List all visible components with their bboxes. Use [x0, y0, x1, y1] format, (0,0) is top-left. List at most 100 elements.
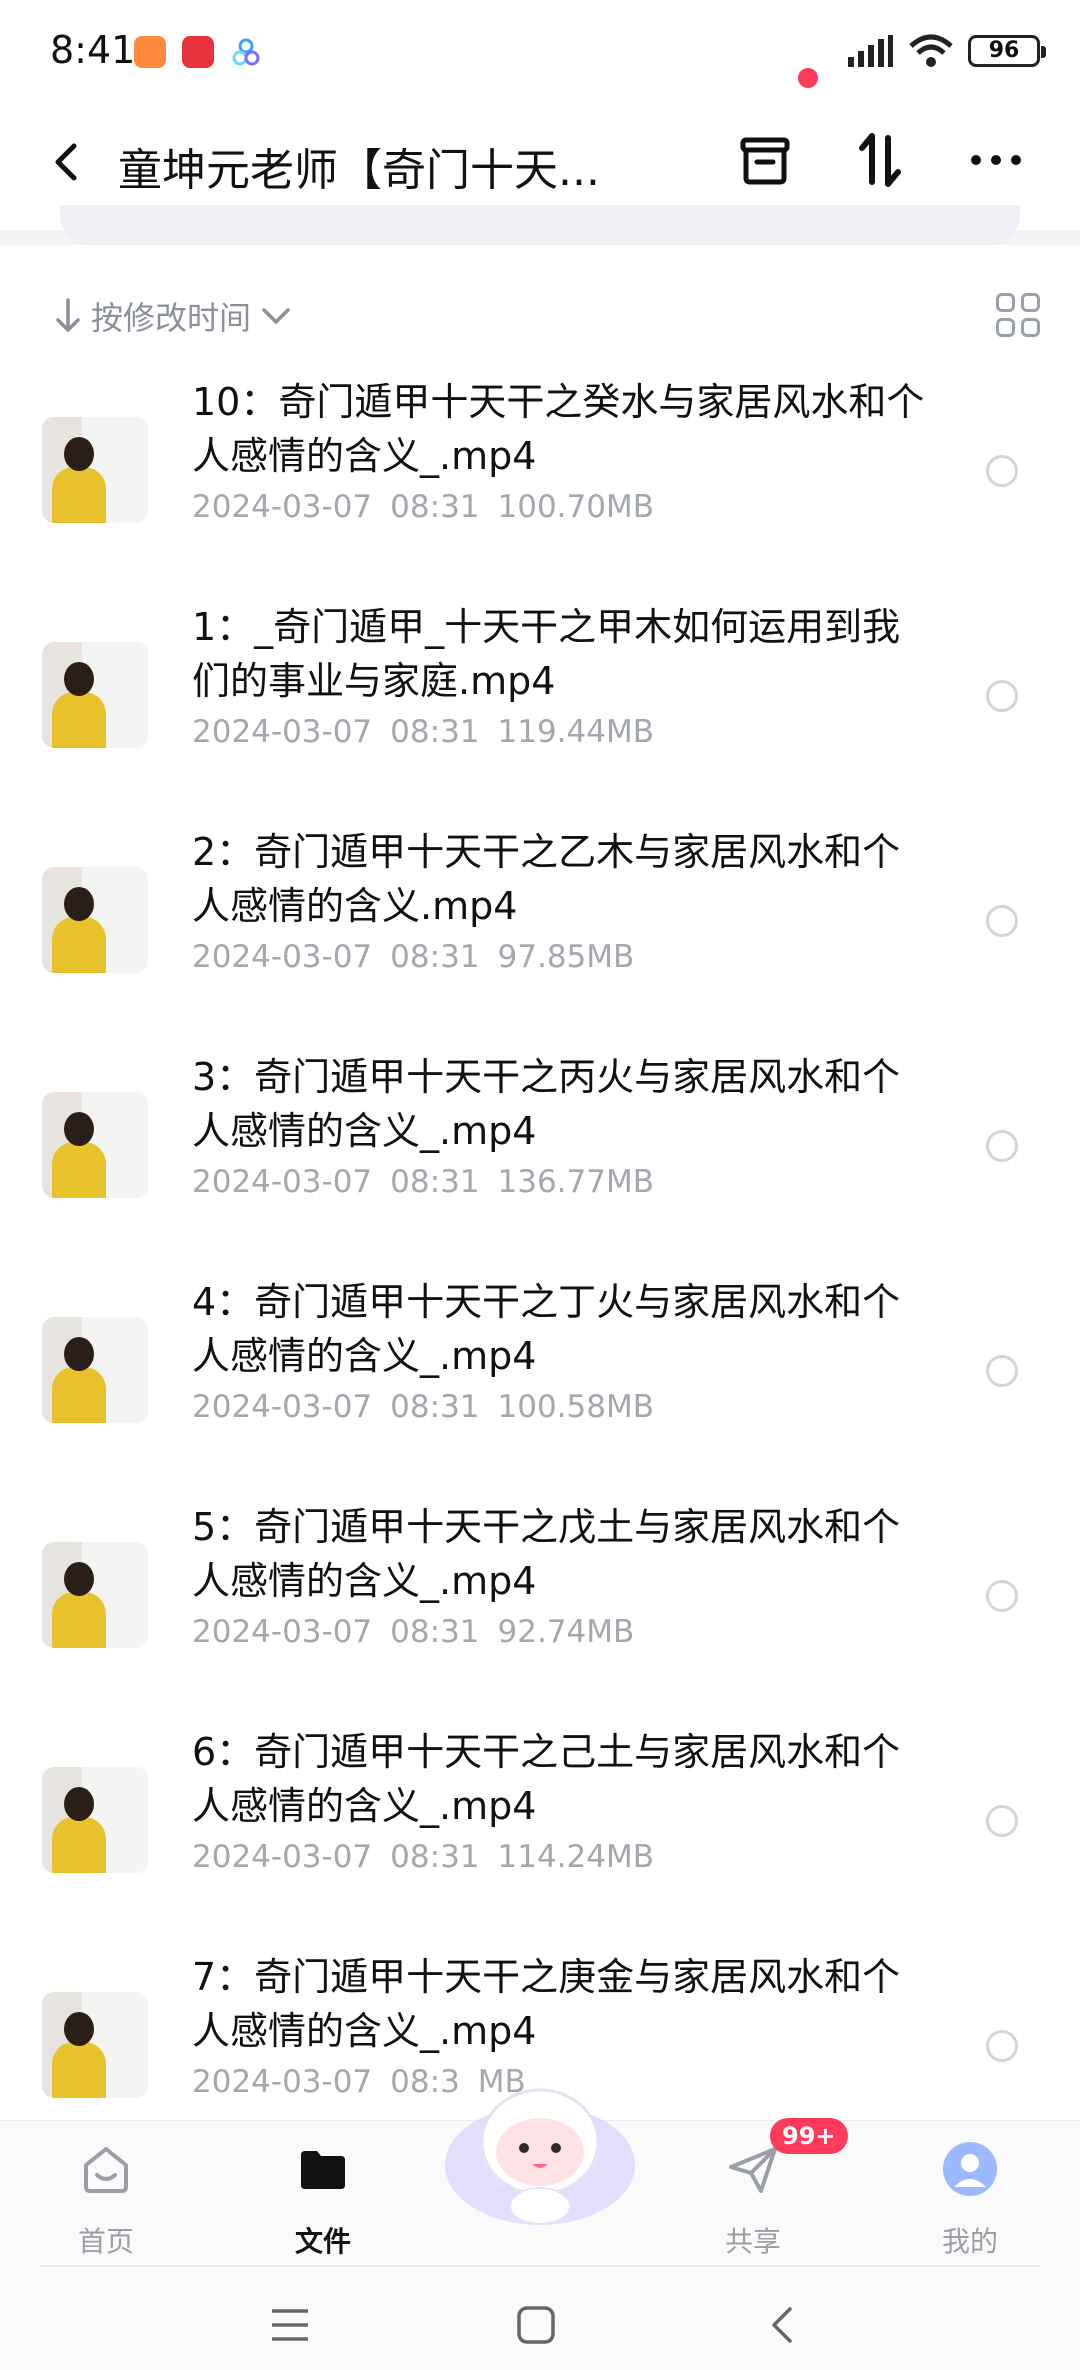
file-size: 97.85MB: [497, 939, 635, 975]
file-name: 2：奇门遁甲十天干之乙木与家居风水和个人感情的含义.mp4: [192, 830, 901, 928]
select-radio[interactable]: [986, 905, 1018, 937]
tab-home-label: 首页: [77, 2225, 134, 2258]
sort-control[interactable]: 按修改时间: [55, 293, 291, 339]
assistant-mascot-icon[interactable]: [440, 2070, 640, 2230]
chevron-down-icon: [262, 308, 290, 324]
file-time: 08:31: [390, 939, 480, 975]
file-time: 08:31: [390, 714, 480, 750]
tab-me-label: 我的: [941, 2225, 998, 2258]
file-name: 10：奇门遁甲十天干之癸水与家居风水和个人感情的含义_.mp4: [192, 380, 925, 478]
home-icon: [84, 2147, 128, 2193]
select-radio[interactable]: [986, 2030, 1018, 2062]
file-size: 136.77MB: [497, 1164, 654, 1200]
tab-files-label: 文件: [294, 2225, 351, 2258]
file-size: 100.58MB: [497, 1389, 654, 1425]
news-app-icon: [182, 36, 214, 68]
archive-box-icon[interactable]: [735, 130, 795, 190]
arrow-down-icon: [56, 298, 80, 332]
system-nav-bar: [0, 2265, 1080, 2370]
taobao-app-icon: [134, 36, 166, 68]
file-name: 3：奇门遁甲十天干之丙火与家居风水和个人感情的含义_.mp4: [192, 1055, 901, 1153]
file-meta: 2024-03-07 08:31 136.77MB: [192, 1164, 654, 1200]
tab-files[interactable]: 文件: [253, 2141, 393, 2260]
video-thumbnail: [42, 867, 148, 973]
folder-icon: [301, 2151, 345, 2189]
tab-me[interactable]: 我的: [900, 2141, 1040, 2260]
back-button-icon[interactable]: [766, 2305, 796, 2345]
tab-share-label: 共享: [724, 2225, 781, 2258]
select-radio[interactable]: [986, 1580, 1018, 1612]
file-row[interactable]: 3：奇门遁甲十天干之丙火与家居风水和个人感情的含义_.mp4 2024-03-07…: [0, 1042, 1080, 1267]
file-row[interactable]: 6：奇门遁甲十天干之己土与家居风水和个人感情的含义_.mp4 2024-03-07…: [0, 1717, 1080, 1942]
recent-apps-icon[interactable]: [270, 2307, 310, 2343]
file-size: 92.74MB: [497, 1614, 635, 1650]
file-date: 2024-03-07: [192, 1614, 373, 1650]
select-radio[interactable]: [986, 1130, 1018, 1162]
battery-indicator: 96: [968, 35, 1046, 67]
video-thumbnail: [42, 1542, 148, 1648]
tab-home[interactable]: 首页: [36, 2141, 176, 2260]
file-meta: 2024-03-07 08:31 100.58MB: [192, 1389, 654, 1425]
search-bar-edge: [60, 205, 1020, 245]
video-thumbnail: [42, 1992, 148, 2098]
video-thumbnail: [42, 1092, 148, 1198]
nav-divider: [40, 2265, 1040, 2267]
file-row[interactable]: 2：奇门遁甲十天干之乙木与家居风水和个人感情的含义.mp4 2024-03-07 0…: [0, 817, 1080, 1042]
signal-icon: [848, 35, 893, 67]
grid-view-icon[interactable]: [996, 293, 1040, 337]
share-badge: 99+: [770, 2118, 848, 2154]
file-date: 2024-03-07: [192, 939, 373, 975]
back-arrow-icon[interactable]: [44, 138, 92, 186]
file-size: 114.24MB: [497, 1839, 654, 1875]
file-time: 08:31: [390, 1839, 480, 1875]
file-time: 08:31: [390, 1164, 480, 1200]
select-radio[interactable]: [986, 1805, 1018, 1837]
file-time: 08:31: [390, 1389, 480, 1425]
file-name: 1：_奇门遁甲_十天干之甲木如何运用到我们的事业与家庭.mp4: [192, 605, 901, 703]
status-bar: 8:41 96: [0, 0, 1080, 100]
more-options-icon[interactable]: [966, 130, 1026, 190]
tab-share[interactable]: 共享: [683, 2141, 823, 2260]
file-time: 08:31: [390, 1614, 480, 1650]
file-row[interactable]: 1：_奇门遁甲_十天干之甲木如何运用到我们的事业与家庭.mp4 2024-03-0…: [0, 592, 1080, 817]
wifi-icon: [909, 34, 953, 67]
file-date: 2024-03-07: [192, 489, 373, 525]
file-date: 2024-03-07: [192, 1164, 373, 1200]
select-radio[interactable]: [986, 455, 1018, 487]
file-list: 按修改时间 10：奇门遁甲十天干之癸水与家居风水和个人感情的含义_.mp4 202…: [0, 245, 1080, 2120]
select-radio[interactable]: [986, 1355, 1018, 1387]
file-date: 2024-03-07: [192, 714, 373, 750]
video-thumbnail: [42, 1317, 148, 1423]
file-meta: 2024-03-07 08:31 100.70MB: [192, 489, 654, 525]
file-row[interactable]: 4：奇门遁甲十天干之丁火与家居风水和个人感情的含义_.mp4 2024-03-07…: [0, 1267, 1080, 1492]
video-thumbnail: [42, 1767, 148, 1873]
file-meta: 2024-03-07 08:31 92.74MB: [192, 1614, 634, 1650]
notification-dot: [798, 68, 818, 88]
home-button-icon[interactable]: [516, 2305, 556, 2345]
file-name: 5：奇门遁甲十天干之戊土与家居风水和个人感情的含义_.mp4: [192, 1505, 901, 1603]
sort-label: 按修改时间: [91, 299, 252, 337]
file-date: 2024-03-07: [192, 1839, 373, 1875]
file-size: 119.44MB: [497, 714, 654, 750]
cloud-app-icon: [230, 36, 262, 68]
avatar-icon: [943, 2142, 997, 2196]
select-radio[interactable]: [986, 680, 1018, 712]
file-size: 100.70MB: [497, 489, 654, 525]
sort-arrows-icon[interactable]: [850, 130, 910, 190]
file-meta: 2024-03-07 08:31 97.85MB: [192, 939, 634, 975]
file-row[interactable]: 10：奇门遁甲十天干之癸水与家居风水和个人感情的含义_.mp4 2024-03-0…: [0, 367, 1080, 592]
file-meta: 2024-03-07 08:31 114.24MB: [192, 1839, 654, 1875]
file-time: 08:31: [390, 489, 480, 525]
file-meta: 2024-03-07 08:31 119.44MB: [192, 714, 654, 750]
send-icon: [729, 2147, 777, 2193]
file-date: 2024-03-07: [192, 2064, 373, 2100]
status-time: 8:41: [50, 28, 136, 72]
video-thumbnail: [42, 642, 148, 748]
video-thumbnail: [42, 417, 148, 523]
page-title: 童坤元老师【奇门十天...: [118, 145, 600, 196]
file-date: 2024-03-07: [192, 1389, 373, 1425]
file-name: 4：奇门遁甲十天干之丁火与家居风水和个人感情的含义_.mp4: [192, 1280, 901, 1378]
file-name: 7：奇门遁甲十天干之庚金与家居风水和个人感情的含义_.mp4: [192, 1955, 901, 2053]
file-name: 6：奇门遁甲十天干之己土与家居风水和个人感情的含义_.mp4: [192, 1730, 901, 1828]
file-row[interactable]: 5：奇门遁甲十天干之戊土与家居风水和个人感情的含义_.mp4 2024-03-07…: [0, 1492, 1080, 1717]
